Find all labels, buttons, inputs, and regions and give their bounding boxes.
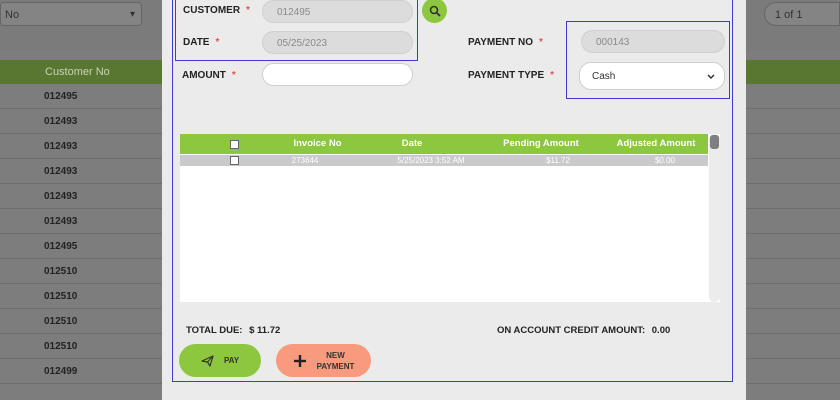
amount-label-text: AMOUNT [182, 70, 226, 81]
scrollbar-thumb[interactable] [710, 135, 719, 149]
pay-button-label: PAY [223, 356, 240, 365]
row-checkbox[interactable] [230, 156, 239, 165]
on-account-credit: ON ACCOUNT CREDIT AMOUNT: 0.00 [497, 325, 670, 336]
customer-no-cell: 012493 [44, 116, 78, 127]
date-cell: 5/25/2023 3:52 AM [397, 156, 465, 165]
pending-amount-header: Pending Amount [503, 138, 579, 149]
payment-type-label: PAYMENT TYPE * [468, 70, 554, 81]
total-due-value: $ 11.72 [249, 325, 281, 336]
customer-no-cell: 012493 [44, 191, 78, 202]
pager-text: 1 of 1 [775, 9, 803, 21]
customer-no-cell: 012495 [44, 241, 78, 252]
payment-no-label: PAYMENT NO * [468, 37, 543, 48]
customer-no-cell: 012493 [44, 216, 78, 227]
date-field[interactable]: 05/25/2023 [262, 31, 413, 54]
total-due-label: TOTAL DUE: [186, 325, 243, 336]
grid-scrollbar[interactable] [709, 134, 720, 302]
required-marker: * [539, 37, 543, 48]
customer-no-cell: 012510 [44, 266, 78, 277]
required-marker: * [246, 5, 250, 16]
date-label: DATE * [183, 37, 219, 48]
customer-label-text: CUSTOMER [183, 5, 241, 16]
adjusted-amount-header: Adjusted Amount [616, 138, 696, 149]
table-row[interactable]: 273644 5/25/2023 3:52 AM $11.72 $0.00 [180, 155, 708, 166]
search-icon [429, 5, 441, 17]
background-filter-select[interactable]: No ▾ [0, 2, 142, 26]
background-pager[interactable]: 1 of 1 [764, 2, 840, 26]
customer-no-header: Customer No [45, 66, 110, 78]
credit-value: 0.00 [651, 325, 671, 336]
adjusted-amount-cell: $0.00 [654, 156, 676, 165]
new-payment-label-line2: PAYMENT [316, 361, 355, 371]
pay-button[interactable]: PAY [179, 344, 261, 377]
customer-no-cell: 012510 [44, 316, 78, 327]
amount-label: AMOUNT * [182, 70, 236, 81]
select-all-checkbox[interactable] [230, 140, 239, 149]
payment-modal: CUSTOMER * 012495 DATE * 05/25/2023 AMOUNT… [162, 0, 746, 400]
customer-value: 012495 [277, 7, 311, 18]
payment-type-label-text: PAYMENT TYPE [468, 70, 545, 81]
paper-plane-icon [201, 354, 214, 367]
customer-no-cell: 012495 [44, 91, 78, 102]
invoice-no-header: Invoice No [293, 138, 342, 149]
invoice-grid-header: Invoice No Date Pending Amount Adjusted … [180, 134, 708, 154]
invoice-grid: Invoice No Date Pending Amount Adjusted … [180, 134, 720, 302]
amount-field[interactable] [262, 63, 413, 86]
payment-type-value: Cash [592, 71, 616, 82]
payment-no-field[interactable]: 000143 [581, 30, 725, 53]
pending-amount-cell: $11.72 [546, 156, 570, 165]
chevron-down-icon [706, 64, 716, 102]
payment-no-value: 000143 [596, 37, 630, 48]
required-marker: * [231, 70, 236, 81]
total-due: TOTAL DUE: $ 11.72 [186, 325, 280, 336]
invoice-no-cell: 273644 [291, 156, 319, 165]
customer-no-cell: 012499 [44, 366, 78, 377]
customer-no-cell: 012510 [44, 341, 78, 352]
customer-field[interactable]: 012495 [262, 0, 413, 23]
customer-no-cell: 012493 [44, 141, 78, 152]
date-header: Date [401, 138, 423, 149]
new-payment-label: NEW PAYMENT [317, 350, 355, 372]
required-marker: * [550, 70, 555, 81]
payment-no-label-text: PAYMENT NO [468, 37, 534, 48]
customer-label: CUSTOMER * [183, 5, 250, 16]
date-value: 05/25/2023 [277, 38, 328, 49]
chevron-down-icon: ▾ [129, 9, 135, 20]
new-payment-button[interactable]: NEW PAYMENT [276, 344, 371, 377]
filter-select-value: No [5, 9, 20, 21]
payment-type-select[interactable]: Cash [579, 62, 725, 90]
date-label-text: DATE [183, 37, 210, 48]
required-marker: * [215, 37, 220, 48]
customer-no-cell: 012510 [44, 291, 78, 302]
plus-icon [293, 354, 307, 368]
customer-no-cell: 012493 [44, 166, 78, 177]
new-payment-label-line1: NEW [326, 350, 345, 360]
credit-label: ON ACCOUNT CREDIT AMOUNT: [497, 325, 646, 336]
